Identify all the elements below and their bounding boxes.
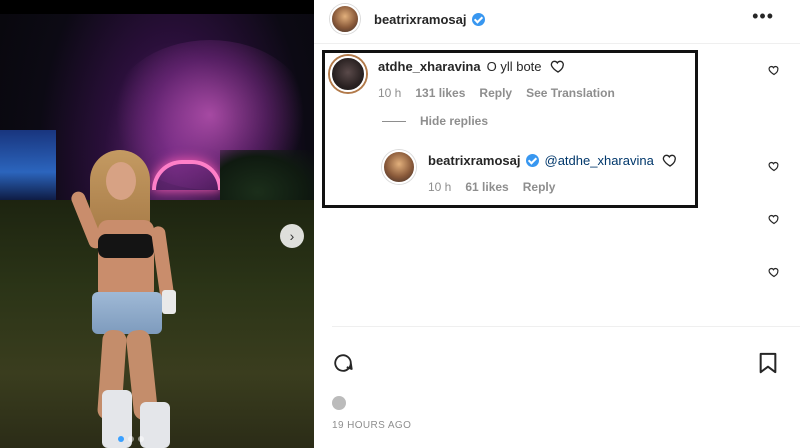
comment-username[interactable]: atdhe_xharavina bbox=[378, 59, 481, 74]
avatar[interactable] bbox=[330, 56, 366, 92]
see-translation-button[interactable]: See Translation bbox=[526, 86, 615, 100]
divider bbox=[314, 43, 800, 44]
reply-button[interactable]: Reply bbox=[523, 180, 556, 194]
reply-username[interactable]: beatrixramosaj bbox=[428, 153, 521, 168]
reply-button[interactable]: Reply bbox=[479, 86, 512, 100]
reply-item: beatrixramosaj @atdhe_xharavina 10 h 61 … bbox=[382, 150, 678, 194]
heart-outline-icon[interactable] bbox=[662, 152, 678, 168]
comment-likes[interactable]: 131 likes bbox=[415, 86, 465, 100]
photo-top-bar bbox=[0, 0, 314, 14]
divider bbox=[332, 326, 800, 327]
more-horizontal-icon: ••• bbox=[752, 6, 774, 26]
person-figure bbox=[69, 150, 186, 448]
stage-lights bbox=[0, 130, 56, 200]
more-options-button[interactable]: ••• bbox=[752, 6, 774, 27]
post-timestamp: 19 HOURS AGO bbox=[332, 420, 412, 431]
comment-icon[interactable] bbox=[332, 352, 354, 374]
avatar[interactable] bbox=[330, 4, 360, 34]
reply-mention-link[interactable]: @atdhe_xharavina bbox=[545, 153, 654, 168]
reply-likes[interactable]: 61 likes bbox=[465, 180, 508, 194]
heart-outline-icon[interactable] bbox=[768, 213, 780, 225]
heart-outline-icon[interactable] bbox=[550, 58, 566, 74]
carousel-next-button[interactable]: › bbox=[280, 224, 304, 248]
heart-outline-icon[interactable] bbox=[768, 266, 780, 278]
avatar[interactable] bbox=[382, 150, 416, 184]
heart-outline-icon[interactable] bbox=[768, 160, 780, 172]
divider bbox=[382, 120, 406, 122]
reply-time: 10 h bbox=[428, 180, 452, 194]
post-username[interactable]: beatrixramosaj bbox=[374, 12, 467, 27]
comment-time: 10 h bbox=[378, 86, 402, 100]
post-header: beatrixramosaj ••• bbox=[314, 0, 800, 38]
verified-badge-icon bbox=[471, 12, 485, 26]
carousel-dots bbox=[118, 436, 144, 442]
comments-panel: beatrixramosaj ••• atdhe_xharavina O yll… bbox=[314, 0, 800, 448]
avatar bbox=[332, 396, 346, 410]
chevron-right-icon: › bbox=[289, 228, 295, 244]
comment-item: atdhe_xharavina O yll bote 10 h 131 like… bbox=[330, 56, 615, 100]
hide-replies-label: Hide replies bbox=[420, 114, 489, 128]
verified-badge-icon bbox=[525, 153, 539, 167]
post-photo: › bbox=[0, 0, 314, 448]
heart-outline-icon[interactable] bbox=[768, 64, 780, 76]
comment-text: O yll bote bbox=[486, 58, 542, 74]
hide-replies-button[interactable]: Hide replies bbox=[382, 114, 488, 128]
bookmark-icon[interactable] bbox=[758, 352, 778, 374]
